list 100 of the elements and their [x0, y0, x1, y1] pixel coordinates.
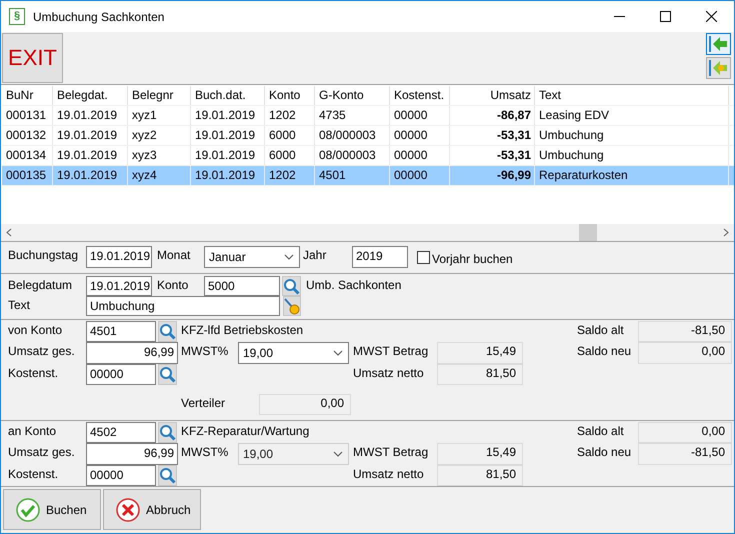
- checkbox-label: Vorjahr buchen: [432, 250, 514, 266]
- readonly-field: 0,00: [638, 342, 732, 364]
- readonly-field: 15,49: [437, 443, 523, 465]
- input-field[interactable]: 19.01.2019: [86, 276, 152, 296]
- search-button[interactable]: [158, 321, 177, 342]
- table-cell: 000131: [2, 106, 53, 125]
- first-record-button[interactable]: [706, 33, 731, 55]
- field-label: Text: [8, 297, 32, 312]
- dropdown[interactable]: Januar: [204, 246, 300, 268]
- table-cell: 19.01.2019: [191, 146, 265, 165]
- field-label: Umsatz netto: [353, 365, 425, 380]
- column-header[interactable]: G-Konto: [315, 86, 390, 105]
- field-label: an Konto: [8, 423, 58, 438]
- app-icon: §: [9, 8, 25, 25]
- table-cell: -96,99: [450, 166, 535, 185]
- column-header[interactable]: Belegdat.: [53, 86, 128, 105]
- table-cell: 19.01.2019: [53, 146, 128, 165]
- table-cell: 4735: [315, 106, 390, 125]
- field-label: Jahr: [303, 247, 328, 262]
- input-field[interactable]: 2019: [352, 246, 408, 268]
- table-cell: Umbuchung: [535, 126, 729, 145]
- scrollbar-thumb[interactable]: [579, 224, 597, 241]
- table-row[interactable]: 000131 19.01.2019 xyz1 19.01.2019 1202 4735 00000 -86,87 Leasing EDV: [2, 106, 734, 126]
- account-name: KFZ-Reparatur/Wartung: [181, 423, 310, 438]
- table-cell: 4501: [315, 166, 390, 185]
- field-label: MWST Betrag: [353, 343, 430, 358]
- readonly-field: -81,50: [638, 321, 732, 342]
- table-cell: xyz3: [128, 146, 191, 165]
- insert-record-button[interactable]: [706, 57, 731, 79]
- caret-icon: [333, 451, 343, 457]
- field-label: Belegdatum: [8, 277, 74, 292]
- input-field[interactable]: Umbuchung: [86, 296, 280, 316]
- search-icon: [159, 424, 176, 441]
- readonly-field: -81,50: [638, 443, 732, 465]
- table-cell: 000132: [2, 126, 53, 145]
- field-label: von Konto: [8, 322, 64, 337]
- cancel-button[interactable]: Abbruch: [103, 489, 201, 530]
- account-name: Umb. Sachkonten: [306, 277, 402, 292]
- scrollbar[interactable]: [1, 224, 734, 241]
- table-cell: 6000: [265, 126, 315, 145]
- table-cell: 19.01.2019: [53, 166, 128, 185]
- left-arrow-icon: [709, 36, 728, 52]
- readonly-field: 0,00: [638, 422, 732, 443]
- input-field[interactable]: 00000: [86, 465, 156, 486]
- key-button[interactable]: [283, 296, 301, 316]
- table-row[interactable]: 000132 19.01.2019 xyz2 19.01.2019 6000 08/000003 00000 -53,31 Umbuchung: [2, 126, 734, 146]
- field-label: Saldo alt: [577, 423, 625, 438]
- field-label: Kostenst.: [8, 466, 60, 481]
- table-cell: 000135: [2, 166, 53, 185]
- table-cell: 000134: [2, 146, 53, 165]
- table-cell: xyz1: [128, 106, 191, 125]
- checkbox[interactable]: [417, 250, 430, 264]
- field-label: Saldo neu: [577, 444, 632, 459]
- table-row[interactable]: 000135 19.01.2019 xyz4 19.01.2019 1202 4501 00000 -96,99 Reparaturkosten: [2, 166, 734, 186]
- left-arrow-icon: [709, 60, 728, 76]
- input-field[interactable]: 00000: [86, 364, 156, 385]
- column-header[interactable]: Umsatz: [450, 86, 535, 105]
- column-header[interactable]: Buch.dat.: [191, 86, 265, 105]
- column-header[interactable]: Konto: [265, 86, 315, 105]
- table-cell: 19.01.2019: [53, 126, 128, 145]
- exit-button[interactable]: EXIT: [2, 33, 63, 83]
- column-header[interactable]: BuNr: [2, 86, 53, 105]
- search-icon: [159, 323, 176, 340]
- field-label: MWST%: [181, 444, 230, 459]
- table-cell: 00000: [390, 146, 450, 165]
- column-header[interactable]: Kostenst.: [390, 86, 450, 105]
- table-cell: 1202: [265, 166, 315, 185]
- maximize-icon: [660, 11, 670, 22]
- input-field[interactable]: 19.01.2019: [86, 246, 152, 268]
- input-field[interactable]: 96,99: [86, 342, 178, 364]
- search-button[interactable]: [282, 276, 301, 296]
- close-icon: [116, 498, 140, 522]
- input-field[interactable]: 4501: [86, 321, 156, 342]
- input-field[interactable]: 96,99: [86, 443, 178, 465]
- field-label: Konto: [157, 277, 190, 292]
- search-button[interactable]: [158, 465, 177, 486]
- check-icon: [16, 498, 40, 522]
- search-button[interactable]: [158, 364, 177, 385]
- search-icon: [283, 278, 300, 294]
- table-cell: 08/000003: [315, 146, 390, 165]
- minimize-icon: [614, 16, 624, 17]
- search-button[interactable]: [158, 422, 177, 443]
- column-header[interactable]: Belegnr: [128, 86, 191, 105]
- account-name: KFZ-lfd Betriebskosten: [181, 322, 304, 337]
- table-cell: -53,31: [450, 146, 535, 165]
- book-button[interactable]: Buchen: [3, 489, 101, 530]
- input-field[interactable]: 4502: [86, 422, 156, 443]
- column-header[interactable]: Text: [535, 86, 729, 105]
- table-cell: 19.01.2019: [191, 126, 265, 145]
- readonly-field: 0,00: [259, 394, 351, 415]
- search-icon: [159, 366, 176, 383]
- input-field[interactable]: 5000: [204, 276, 280, 296]
- field-label: Umsatz ges.: [8, 343, 76, 358]
- caret-icon: [284, 254, 294, 260]
- table-cell: 08/000003: [315, 126, 390, 145]
- table-cell: Reparaturkosten: [535, 166, 729, 185]
- caret-icon: [333, 350, 343, 356]
- field-label: Saldo neu: [577, 343, 632, 358]
- dropdown[interactable]: 19,00: [238, 342, 349, 364]
- table-cell: 00000: [390, 126, 450, 145]
